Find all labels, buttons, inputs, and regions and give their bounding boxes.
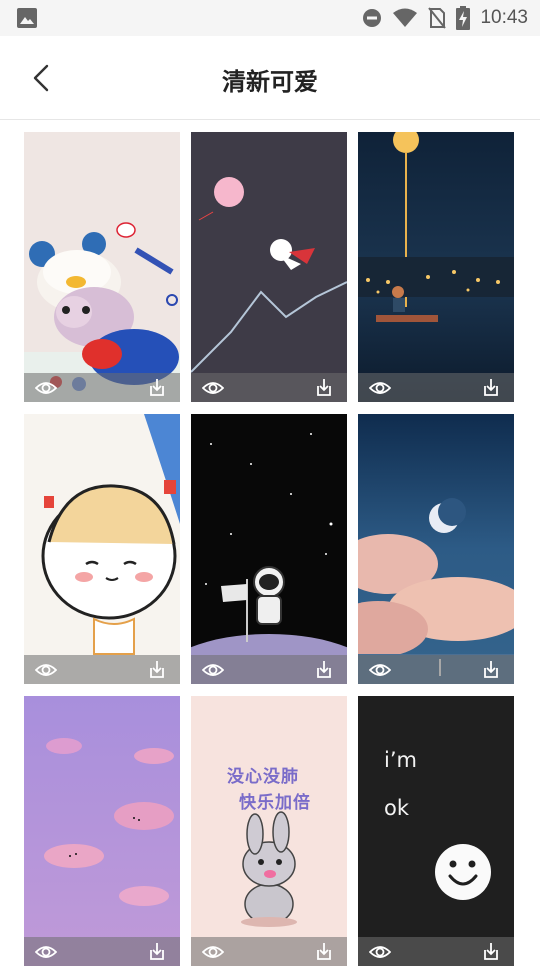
wallpaper-image: [24, 696, 180, 966]
eye-icon[interactable]: [35, 379, 57, 397]
wallpaper-image: [24, 132, 180, 402]
wallpaper-image: [358, 696, 514, 966]
page-title: 清新可爱: [222, 68, 318, 96]
wallpaper-image: [191, 414, 347, 684]
status-bar: 10:43: [0, 0, 540, 36]
dnd-icon: [363, 9, 382, 27]
download-icon[interactable]: [148, 378, 166, 397]
download-icon[interactable]: [315, 660, 333, 679]
wifi-icon: [393, 8, 418, 27]
wallpaper-card-cartoon-girl[interactable]: [24, 414, 180, 684]
wallpaper-image: [191, 132, 347, 402]
wallpaper-card-bunny-text[interactable]: 没心没肺 快乐加倍: [191, 696, 347, 966]
download-icon[interactable]: [148, 660, 166, 679]
eye-icon[interactable]: [202, 379, 224, 397]
wallpaper-text-line1: 没心没肺: [227, 767, 299, 787]
app-bar: 清新可爱: [0, 36, 540, 120]
wallpaper-card-crescent-moon[interactable]: [358, 414, 514, 684]
status-time: 10:43: [480, 7, 528, 28]
wallpaper-image: [358, 132, 514, 402]
wallpaper-card-astronaut-flying[interactable]: [191, 132, 347, 402]
no-sim-icon: [428, 7, 447, 29]
eye-icon[interactable]: [202, 943, 224, 961]
download-icon[interactable]: [315, 942, 333, 961]
wallpaper-image: [191, 696, 347, 966]
eye-icon[interactable]: [35, 661, 57, 679]
eye-icon[interactable]: [35, 943, 57, 961]
wallpaper-card-astronaut-moon[interactable]: [191, 414, 347, 684]
wallpaper-image: [358, 414, 514, 684]
wallpaper-text-line1: i’m: [384, 748, 417, 772]
wallpaper-card-plush-bear[interactable]: [24, 132, 180, 402]
download-icon[interactable]: [315, 378, 333, 397]
download-icon[interactable]: [482, 660, 500, 679]
wallpaper-card-smiley-ok[interactable]: i’m ok: [358, 696, 514, 966]
wallpaper-card-pink-sky[interactable]: [24, 696, 180, 966]
eye-icon[interactable]: [369, 661, 391, 679]
eye-icon[interactable]: [202, 661, 224, 679]
download-icon[interactable]: [482, 942, 500, 961]
wallpaper-card-rainy-city[interactable]: [358, 132, 514, 402]
download-icon[interactable]: [482, 378, 500, 397]
gallery-icon: [17, 8, 37, 28]
wallpaper-text-line2: ok: [384, 796, 410, 820]
wallpaper-image: [24, 414, 180, 684]
wallpaper-text-line2: 快乐加倍: [239, 793, 311, 813]
eye-icon[interactable]: [369, 943, 391, 961]
battery-charging-icon: [456, 6, 471, 30]
eye-icon[interactable]: [369, 379, 391, 397]
download-icon[interactable]: [148, 942, 166, 961]
